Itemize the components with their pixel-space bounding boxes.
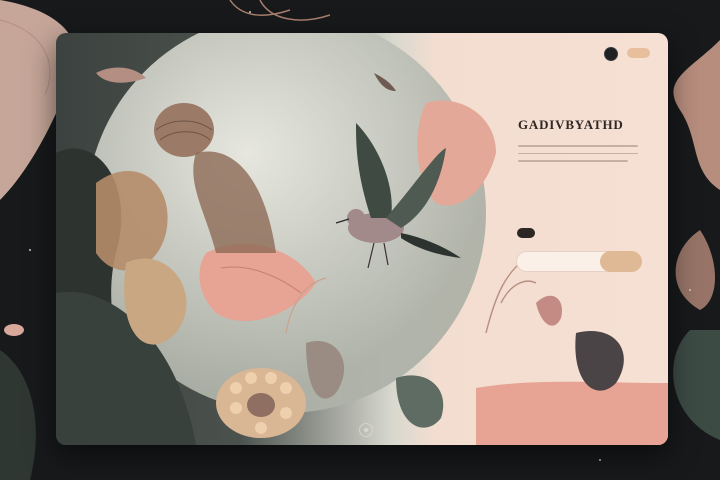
hero-title: GADIVBYATHD bbox=[518, 117, 624, 132]
cta-pill-button[interactable] bbox=[627, 48, 650, 58]
carousel-indicator-icon[interactable] bbox=[359, 423, 373, 437]
small-dark-button[interactable] bbox=[517, 228, 535, 238]
card-artwork bbox=[56, 33, 668, 445]
main-card: GADIVBYATHD bbox=[56, 33, 668, 445]
email-input[interactable] bbox=[520, 255, 599, 270]
dark-circle-icon[interactable] bbox=[604, 47, 618, 61]
hero-section: GADIVBYATHD bbox=[518, 99, 648, 168]
coral-cluster bbox=[216, 368, 306, 438]
hero-body-text bbox=[518, 145, 648, 162]
subscribe-button[interactable] bbox=[600, 251, 642, 272]
subscribe-form bbox=[516, 251, 642, 272]
